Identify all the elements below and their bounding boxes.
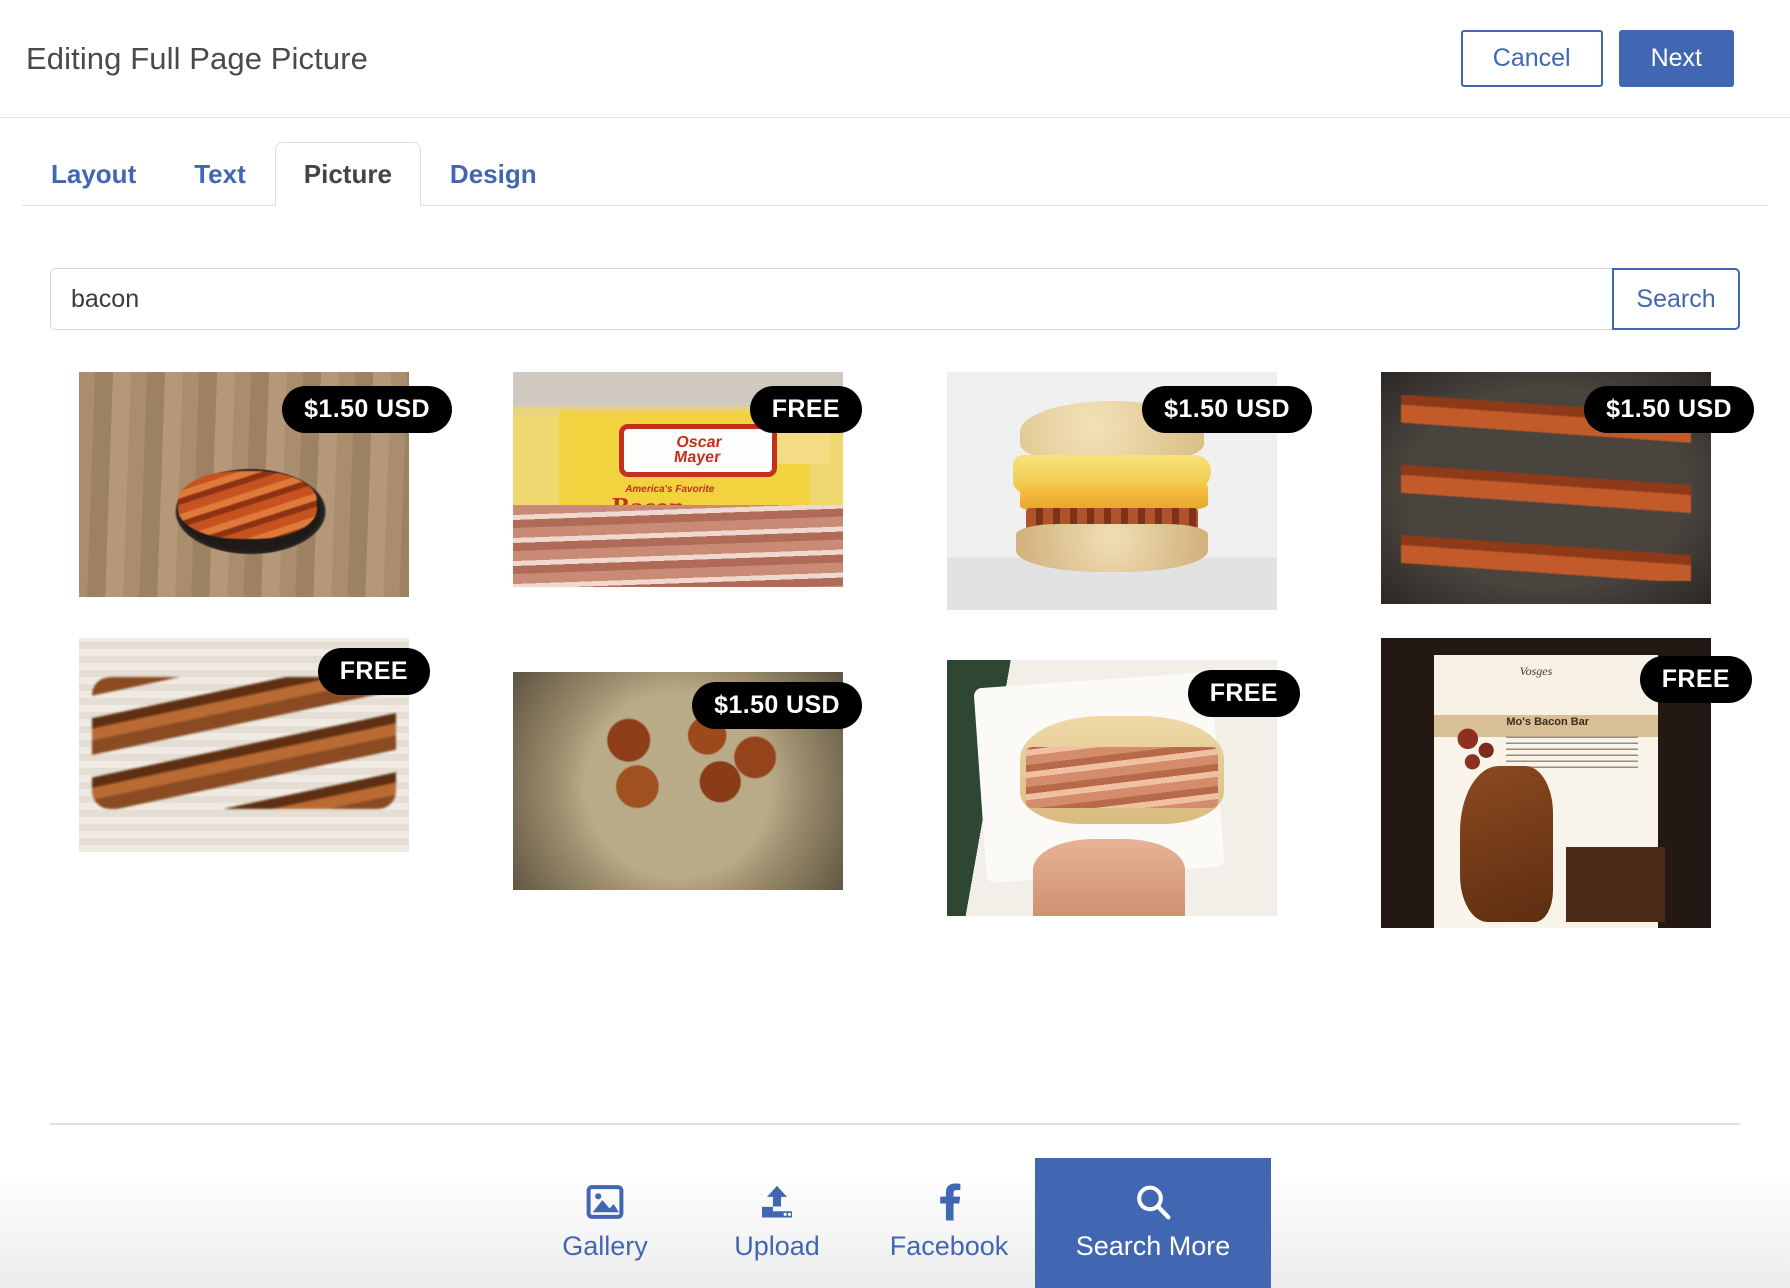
- results-grid: $1.50 USD Oscar Mayer America's Favorite …: [50, 372, 1754, 928]
- price-badge: $1.50 USD: [1142, 386, 1312, 433]
- facebook-button[interactable]: Facebook: [863, 1158, 1035, 1288]
- price-badge: FREE: [749, 386, 862, 433]
- price-badge: $1.50 USD: [282, 386, 452, 433]
- source-toolbar: Gallery Upload Facebook Search More: [0, 1123, 1790, 1288]
- gallery-button[interactable]: Gallery: [519, 1158, 691, 1288]
- search-input[interactable]: [50, 268, 1613, 330]
- result-item[interactable]: $1.50 USD: [1352, 372, 1754, 610]
- result-item[interactable]: FREE: [50, 638, 438, 928]
- tab-text[interactable]: Text: [165, 142, 275, 206]
- picture-editor-screen: Editing Full Page Picture Cancel Next La…: [0, 0, 1790, 1288]
- facebook-icon: [936, 1181, 962, 1223]
- upload-icon: [758, 1181, 796, 1223]
- tab-layout[interactable]: Layout: [22, 142, 165, 206]
- price-badge: FREE: [317, 648, 430, 695]
- result-item[interactable]: FREE: [918, 638, 1306, 928]
- search-more-label: Search More: [1075, 1230, 1231, 1261]
- price-badge: FREE: [1639, 656, 1752, 703]
- app-header: Editing Full Page Picture Cancel Next: [0, 0, 1790, 118]
- search-icon: [1135, 1181, 1171, 1223]
- result-item[interactable]: $1.50 USD: [484, 638, 872, 928]
- header-actions: Cancel Next: [1460, 30, 1734, 87]
- price-badge: $1.50 USD: [692, 682, 862, 729]
- editor-tabs: Layout Text Picture Design: [0, 118, 1790, 206]
- tab-picture[interactable]: Picture: [274, 142, 421, 206]
- search-bar: Search: [0, 206, 1790, 330]
- result-item[interactable]: $1.50 USD: [50, 372, 452, 610]
- upload-button[interactable]: Upload: [691, 1158, 863, 1288]
- price-badge: FREE: [1187, 670, 1300, 717]
- result-item[interactable]: Vosges Mo's Bacon Bar FREE: [1352, 638, 1752, 928]
- gallery-label: Gallery: [562, 1230, 648, 1261]
- toolbar-divider: [50, 1123, 1740, 1125]
- search-more-button[interactable]: Search More: [1035, 1158, 1271, 1288]
- cancel-button[interactable]: Cancel: [1460, 30, 1603, 87]
- facebook-label: Facebook: [889, 1230, 1009, 1261]
- upload-label: Upload: [734, 1230, 820, 1261]
- next-button[interactable]: Next: [1618, 30, 1734, 87]
- page-title: Editing Full Page Picture: [26, 40, 368, 76]
- result-item[interactable]: OscarMayer America's Favorite Bacon FREE: [484, 372, 872, 610]
- search-button[interactable]: Search: [1612, 268, 1740, 330]
- toolbar-items: Gallery Upload Facebook Search More: [0, 1158, 1790, 1288]
- price-badge: $1.50 USD: [1584, 386, 1754, 433]
- result-item[interactable]: $1.50 USD: [918, 372, 1312, 610]
- image-icon: [586, 1181, 624, 1223]
- tab-design[interactable]: Design: [421, 142, 566, 206]
